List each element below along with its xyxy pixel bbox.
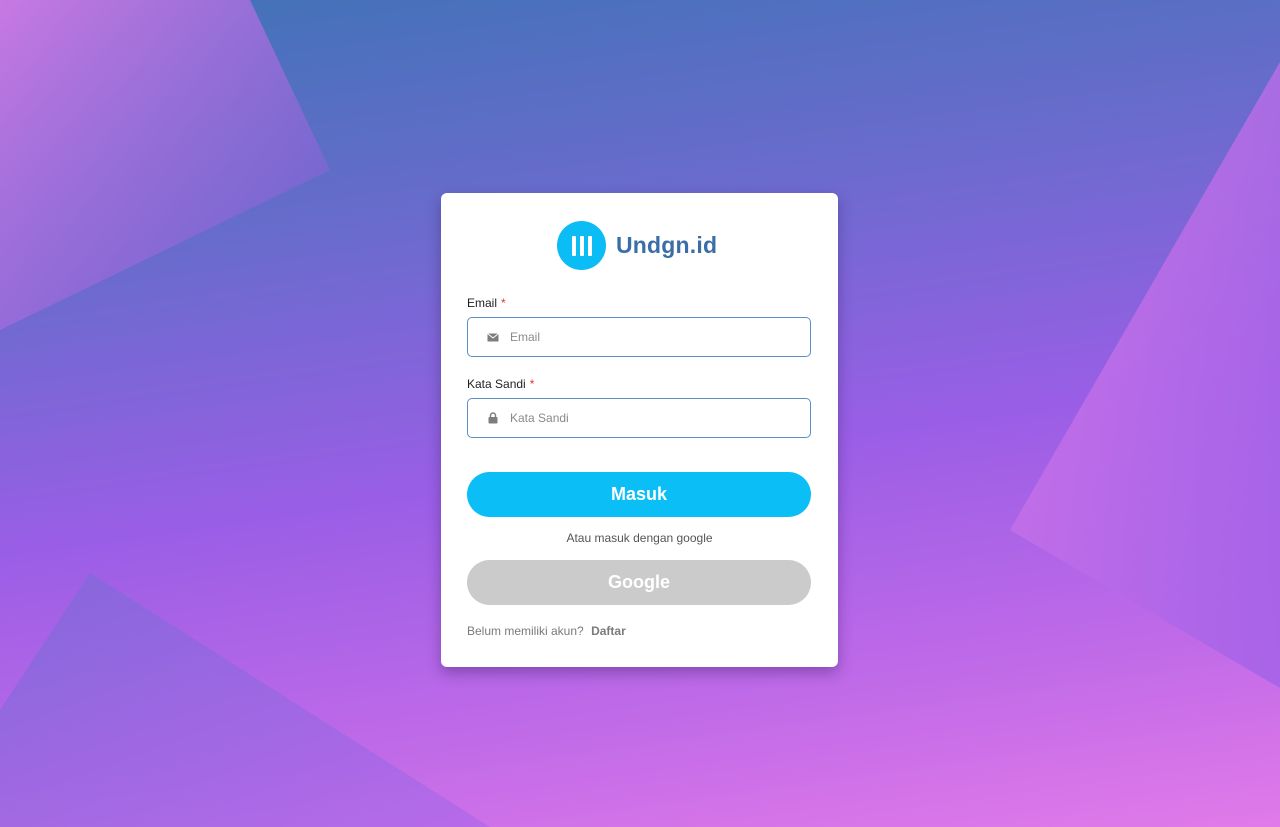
register-link[interactable]: Daftar: [591, 624, 626, 638]
envelope-icon: [486, 330, 500, 344]
password-label: Kata Sandi *: [467, 377, 534, 391]
brand-logo-icon: [557, 221, 606, 270]
register-prompt-text: Belum memiliki akun?: [467, 624, 584, 638]
password-field[interactable]: [467, 398, 811, 438]
lock-icon: [486, 411, 500, 425]
register-prompt: Belum memiliki akun? Daftar: [467, 624, 626, 638]
password-input[interactable]: [510, 411, 800, 425]
email-label-text: Email: [467, 296, 498, 310]
login-card: Undgn.id Email* Kata Sandi* Masuk Atau m…: [441, 193, 838, 667]
email-field[interactable]: [467, 317, 811, 357]
email-input[interactable]: [510, 330, 800, 344]
google-divider-text: Atau masuk dengan google: [566, 531, 713, 545]
google-login-button[interactable]: Google: [467, 560, 811, 605]
login-button[interactable]: Masuk: [467, 472, 811, 517]
password-required-mark: *: [529, 377, 535, 391]
email-required-mark: *: [501, 296, 506, 310]
password-label-text: Kata Sandi: [467, 377, 526, 391]
brand-name: Undgn.id: [616, 232, 718, 258]
email-label: Email *: [467, 296, 506, 310]
brand-header: Undgn.id: [557, 221, 717, 270]
